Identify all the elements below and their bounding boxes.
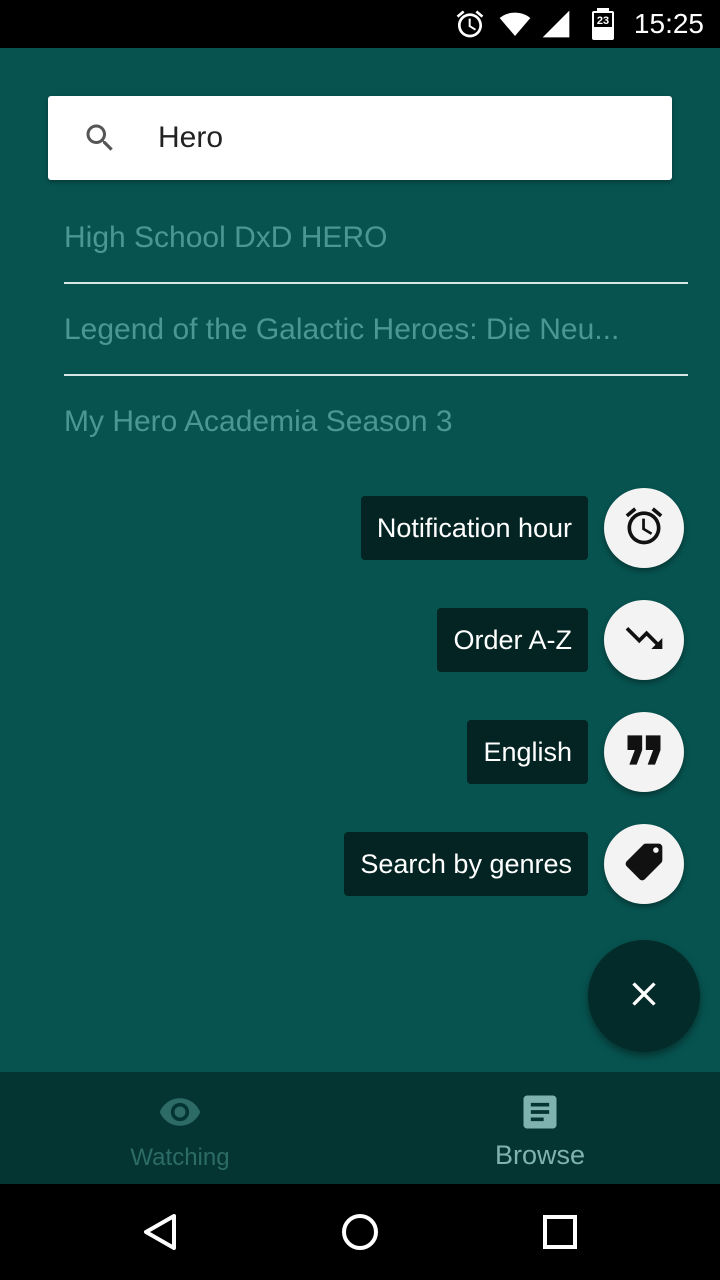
order-button[interactable]	[604, 600, 684, 680]
search-input[interactable]	[158, 96, 638, 180]
nav-item-browse[interactable]: Browse	[360, 1072, 720, 1184]
genres-button[interactable]	[604, 824, 684, 904]
bottom-navigation: Watching Browse	[0, 1072, 720, 1184]
notification-hour-label[interactable]: Notification hour	[360, 496, 588, 560]
genres-label[interactable]: Search by genres	[344, 832, 588, 896]
speed-dial-notification-hour[interactable]: Notification hour	[184, 488, 684, 568]
language-label[interactable]: English	[467, 720, 588, 784]
wifi-icon	[498, 8, 532, 45]
tag-icon	[622, 840, 666, 889]
clock: 15:25	[633, 8, 704, 39]
system-navigation-bar	[0, 1184, 720, 1280]
home-icon[interactable]	[340, 1212, 380, 1257]
signal-icon	[540, 8, 572, 45]
battery-icon: 23	[590, 8, 616, 45]
trending-down-icon	[622, 616, 666, 665]
search-icon[interactable]	[82, 120, 118, 161]
order-label[interactable]: Order A-Z	[437, 608, 588, 672]
suggestion-item[interactable]: My Hero Academia Season 3	[64, 376, 688, 468]
quote-icon	[622, 728, 666, 777]
nav-label-browse: Browse	[494, 1140, 586, 1170]
document-icon	[518, 1090, 562, 1134]
speed-dial-language[interactable]: English	[184, 712, 684, 792]
battery-level-text: 23	[597, 15, 609, 27]
back-icon[interactable]	[140, 1212, 180, 1257]
recents-icon[interactable]	[540, 1212, 580, 1257]
search-box[interactable]	[48, 96, 672, 180]
speed-dial-genres[interactable]: Search by genres	[184, 824, 684, 904]
suggestion-item[interactable]: High School DxD HERO	[64, 192, 688, 284]
nav-label-watching: Watching	[130, 1144, 230, 1171]
alarm-icon	[454, 8, 486, 45]
language-button[interactable]	[604, 712, 684, 792]
close-icon	[624, 974, 664, 1019]
status-bar: 23 15:25	[0, 0, 720, 48]
alarm-icon	[622, 504, 666, 553]
suggestion-item[interactable]: Legend of the Galactic Heroes: Die Neu..…	[64, 284, 688, 376]
close-speed-dial-button[interactable]	[588, 940, 700, 1052]
nav-item-watching[interactable]: Watching	[0, 1072, 360, 1184]
eye-icon	[158, 1090, 202, 1134]
speed-dial-order[interactable]: Order A-Z	[184, 600, 684, 680]
notification-hour-button[interactable]	[604, 488, 684, 568]
browse-screen: High School DxD HERO Legend of the Galac…	[0, 48, 720, 1072]
suggestion-list: High School DxD HERO Legend of the Galac…	[64, 192, 688, 468]
